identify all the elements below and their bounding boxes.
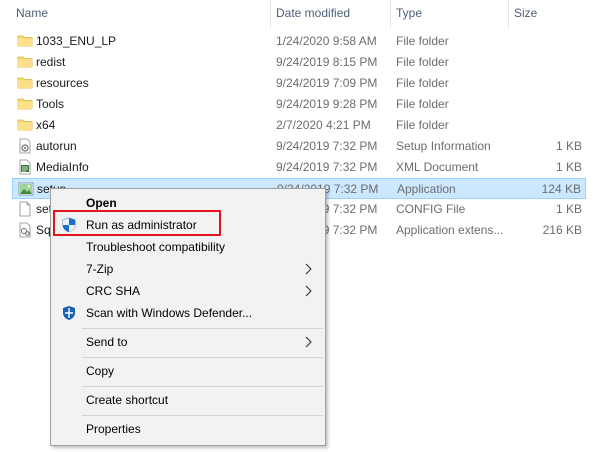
file-row[interactable]: x64 2/7/2020 4:21 PM File folder	[12, 115, 586, 136]
column-header-date-modified[interactable]: Date modified	[270, 0, 390, 28]
annotation-highlight-box	[53, 210, 221, 236]
file-name: Tools	[36, 97, 65, 111]
menu-item-properties[interactable]: Properties	[53, 418, 323, 440]
menu-item-label: Create shortcut	[86, 393, 169, 407]
file-row[interactable]: resources 9/24/2019 7:09 PM File folder	[12, 73, 586, 94]
menu-item-7zip[interactable]: 7-Zip	[53, 258, 323, 280]
dll-file-icon	[19, 222, 31, 238]
application-icon	[18, 182, 34, 196]
file-name: 1033_ENU_LP	[36, 34, 117, 48]
file-type: Setup Information	[396, 139, 491, 153]
file-type: File folder	[396, 76, 449, 90]
menu-item-label: Copy	[86, 364, 115, 378]
file-name: redist	[36, 55, 66, 69]
menu-item-label: CRC SHA	[86, 284, 141, 298]
column-header-bar: ⌃ Name Date modified Type Size	[0, 0, 608, 28]
menu-item-scan-windows-defender[interactable]: Scan with Windows Defender...	[53, 302, 323, 324]
file-row[interactable]: Tools 9/24/2019 9:28 PM File folder	[12, 94, 586, 115]
file-size: 124 KB	[541, 182, 581, 196]
column-header-name[interactable]: Name	[10, 0, 270, 28]
config-file-icon	[19, 201, 31, 217]
file-size: 1 KB	[555, 160, 582, 174]
folder-icon	[17, 77, 33, 89]
file-row[interactable]: autorun 9/24/2019 7:32 PM Setup Informat…	[12, 136, 586, 157]
file-name: MediaInfo	[36, 160, 89, 174]
file-row[interactable]: redist 9/24/2019 8:15 PM File folder	[12, 52, 586, 73]
folder-icon	[17, 119, 33, 131]
file-type: Application	[397, 182, 456, 196]
menu-separator	[82, 386, 323, 387]
menu-item-label: Send to	[86, 335, 128, 349]
file-type: File folder	[396, 34, 449, 48]
file-type: CONFIG File	[396, 202, 466, 216]
file-size: 1 KB	[555, 139, 582, 153]
file-date: 2/7/2020 4:21 PM	[276, 118, 371, 132]
setup-info-file-icon	[19, 138, 31, 154]
chevron-right-icon	[305, 336, 312, 348]
column-header-size[interactable]: Size	[508, 0, 608, 28]
file-row[interactable]: 1033_ENU_LP 1/24/2020 9:58 AM File folde…	[12, 31, 586, 52]
file-date: 9/24/2019 7:32 PM	[276, 160, 378, 174]
menu-item-label: 7-Zip	[86, 262, 114, 276]
menu-item-crc-sha[interactable]: CRC SHA	[53, 280, 323, 302]
file-type: XML Document	[396, 160, 479, 174]
chevron-right-icon	[305, 263, 312, 275]
file-type: Application extens...	[396, 223, 504, 237]
column-header-type[interactable]: Type	[390, 0, 508, 28]
file-name: resources	[36, 76, 89, 90]
folder-icon	[17, 35, 33, 47]
menu-separator	[82, 328, 323, 329]
file-type: File folder	[396, 118, 449, 132]
menu-item-label: Troubleshoot compatibility	[86, 240, 225, 254]
file-date: 9/24/2019 7:09 PM	[276, 76, 378, 90]
file-name: x64	[36, 118, 56, 132]
menu-item-label: Properties	[86, 422, 141, 436]
file-type: File folder	[396, 55, 449, 69]
file-name: autorun	[36, 139, 77, 153]
file-name: Sq	[36, 223, 51, 237]
file-row[interactable]: MediaInfo 9/24/2019 7:32 PM XML Document…	[12, 157, 586, 178]
folder-icon	[17, 98, 33, 110]
file-date: 1/24/2020 9:58 AM	[276, 34, 377, 48]
folder-icon	[17, 56, 33, 68]
menu-item-send-to[interactable]: Send to	[53, 331, 323, 353]
menu-item-copy[interactable]: Copy	[53, 360, 323, 382]
file-date: 9/24/2019 8:15 PM	[276, 55, 378, 69]
file-size: 216 KB	[542, 223, 582, 237]
file-date: 9/24/2019 7:32 PM	[276, 139, 378, 153]
menu-item-create-shortcut[interactable]: Create shortcut	[53, 389, 323, 411]
file-date: 9/24/2019 9:28 PM	[276, 97, 378, 111]
menu-separator	[82, 415, 323, 416]
chevron-right-icon	[305, 285, 312, 297]
menu-item-label: Scan with Windows Defender...	[86, 306, 253, 320]
file-size: 1 KB	[555, 202, 582, 216]
menu-item-troubleshoot-compatibility[interactable]: Troubleshoot compatibility	[53, 236, 323, 258]
windows-defender-icon	[63, 306, 75, 320]
file-type: File folder	[396, 97, 449, 111]
menu-separator	[82, 357, 323, 358]
xml-file-icon	[19, 159, 31, 175]
